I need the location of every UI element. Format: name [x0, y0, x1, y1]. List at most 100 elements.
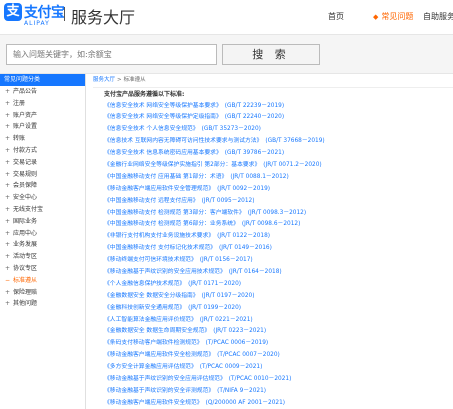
standard-link[interactable]: 《信息技术 互联网内容无障碍可访问性技术要求与测试方法》 (GB/T 37668－… [104, 136, 453, 148]
standards-content: 支付宝产品服务遵循以下标准: 《信息安全技术 网络安全等级保护基本要求》 (GB/… [93, 87, 453, 409]
main-content: 服务大厅 > 标准遵从 支付宝产品服务遵循以下标准: 《信息安全技术 网络安全等级保… [93, 74, 453, 409]
sidebar-item[interactable]: + 付款方式 [0, 145, 85, 157]
sidebar-item[interactable]: + 其他问题 [0, 298, 85, 310]
standard-link[interactable]: 《信息安全技术 个人信息安全规范》 (GB/T 35273－2020) [104, 124, 453, 136]
standard-link[interactable]: 《移动金融客户端应用软件安全检测规范》 (T/PCAC 0007－2020) [104, 350, 453, 362]
standard-code: (GB/T 39786－2021) [224, 150, 285, 157]
standard-code: (JR/T 0092－2019) [217, 185, 271, 192]
sidebar: 常见问题分类 + 产品公告 + 注册 + 账户资产 + 账户设置 + 转账 + 付款方式 + 交易记录 + 交… [0, 74, 86, 409]
standard-code: (JR/T 0095－2012) [201, 197, 255, 204]
standards-intro: 支付宝产品服务遵循以下标准: [104, 91, 185, 98]
sidebar-item[interactable]: + 交易记录 [0, 157, 85, 169]
logo-text-cn: 支付宝 [24, 5, 65, 21]
standard-link[interactable]: 《移动金融基于声纹识别的安全应用技术规范》 (JR/T 0164－2018) [104, 267, 453, 279]
standard-name: 《信息安全技术 网络安全等级保护定级指南》 [104, 114, 222, 121]
standard-link[interactable]: 《中国金融移动支付 应用基础 第1部分：术语》 (JR/T 0088.1－2012… [104, 172, 453, 184]
sidebar-item-label: 会员保障 [13, 182, 38, 190]
standard-link[interactable]: 《金融科技创新安全通用规范》 (JR/T 0199－2020) [104, 303, 453, 315]
sidebar-item-label: 国际业务 [13, 217, 38, 225]
standard-link[interactable]: 《信息安全技术 网络安全等级保护定级指南》 (GB/T 22240－2020) [104, 112, 453, 124]
sidebar-item[interactable]: + 国际业务 [0, 216, 85, 228]
sidebar-item[interactable]: + 交易规则 [0, 169, 85, 181]
sidebar-item[interactable]: − 标准遵从 [0, 275, 85, 287]
standard-link[interactable]: 《移动终端支付可信环境技术规范》 (JR/T 0156－2017) [104, 255, 453, 267]
standard-link[interactable]: 《多方安全计算金融应用评估规范》 (T/PCAC 0009－2021) [104, 362, 453, 374]
standard-name: 《金融数据安全 数据安全分级指南》 [104, 292, 199, 299]
alipay-logo[interactable]: 支 支付宝 ALIPAY [4, 2, 65, 30]
standard-link[interactable]: 《中国金融移动支付 检测规范 第3部分：客户端软件》 (JR/T 0098.3－2… [104, 208, 453, 220]
sidebar-item[interactable]: + 账户资产 [0, 110, 85, 122]
sidebar-item-label: 标准遵从 [13, 276, 38, 284]
breadcrumb-root[interactable]: 服务大厅 [93, 77, 115, 83]
breadcrumb-separator: > [117, 77, 122, 83]
standard-code: (Q/200000 AF 2001－2021) [205, 399, 286, 406]
search-input[interactable] [6, 44, 217, 65]
expand-icon: + [5, 288, 11, 296]
standard-link[interactable]: 《人工智能算法金融应用评价规范》 (JR/T 0221－2021) [104, 315, 453, 327]
active-dot-icon: ◆ [373, 13, 379, 21]
standard-link[interactable]: 《金融数据安全 数据生命周期安全规范》 (JR/T 0223－2021) [104, 326, 453, 338]
standard-code: (JR/T 0071.2－2020) [263, 161, 322, 168]
standard-link[interactable]: 《中国金融移动支付 远程支付应用》 (JR/T 0095－2012) [104, 196, 453, 208]
standard-link[interactable]: 《移动金融基于声纹识别的安全评测规范》 (T/NIFA 9－2021) [104, 386, 453, 398]
sidebar-item[interactable]: + 安全中心 [0, 192, 85, 204]
sidebar-item[interactable]: + 保险理赔 [0, 287, 85, 299]
sidebar-item-label: 账户设置 [13, 123, 38, 131]
sidebar-item-label: 无线支付宝 [13, 205, 44, 213]
sidebar-item-label: 保险理赔 [13, 288, 38, 296]
standard-code: (GB/T 22239－2019) [224, 102, 285, 109]
sidebar-title: 常见问题分类 [0, 74, 85, 86]
standard-link[interactable]: 《信息安全技术 信息系统密码应用基本要求》 (GB/T 39786－2021) [104, 148, 453, 160]
standard-name: 《中国金融移动支付 支付标记化技术规范》 [104, 245, 216, 252]
sidebar-item[interactable]: + 应用中心 [0, 228, 85, 240]
standard-name: 《条码支付移动客户端软件检测规范》 [104, 340, 203, 347]
expand-icon: + [5, 146, 11, 154]
standard-link[interactable]: 《移动金融客户端应用软件安全管理规范》 (JR/T 0092－2019) [104, 184, 453, 196]
standard-code: (GB/T 22240－2020) [224, 114, 285, 121]
logo-text-en: ALIPAY [24, 20, 50, 27]
standard-name: 《多方安全计算金融应用评估规范》 [104, 364, 197, 371]
expand-icon: + [5, 241, 11, 249]
standard-link[interactable]: 《金融行业网络安全等级保护实施指引 第2部分：基本要求》 (JR/T 0071.2… [104, 160, 453, 172]
sidebar-item-label: 交易记录 [13, 158, 38, 166]
standard-link[interactable]: 《移动金融基于声纹识别的安全应用评估规范》 (T/PCAC 0010－2021) [104, 374, 453, 386]
standard-name: 《移动终端支付可信环境技术规范》 [104, 257, 197, 264]
sidebar-item[interactable]: + 业务发展 [0, 239, 85, 251]
sidebar-item[interactable]: + 无线支付宝 [0, 204, 85, 216]
standard-code: (T/PCAC 0009－2021) [199, 364, 263, 371]
nav-home[interactable]: 首页 [328, 11, 344, 22]
nav-self-service[interactable]: 自助服务 [423, 11, 453, 22]
sidebar-item[interactable]: + 注册 [0, 98, 85, 110]
logo-divider [64, 7, 65, 21]
sidebar-item[interactable]: + 协议专区 [0, 263, 85, 275]
standard-link[interactable]: 《条码支付移动客户端软件检测规范》 (T/PCAC 0006－2019) [104, 338, 453, 350]
nav-faq[interactable]: ◆ 常见问题 [373, 11, 413, 22]
standard-name: 《移动金融客户端应用软件安全检测规范》 [104, 352, 215, 359]
sidebar-item[interactable]: + 产品公告 [0, 86, 85, 98]
standard-link[interactable]: 《信息安全技术 网络安全等级保护基本要求》 (GB/T 22239－2019) [104, 101, 453, 113]
sidebar-item[interactable]: + 转账 [0, 133, 85, 145]
expand-icon: + [5, 300, 11, 308]
standard-name: 《金融行业网络安全等级保护实施指引 第2部分：基本要求》 [104, 161, 261, 168]
standard-name: 《中国金融移动支付 应用基础 第1部分：术语》 [104, 173, 228, 180]
standard-code: (T/NIFA 9－2021) [217, 387, 267, 394]
standard-name: 《移动金融客户端应用软件安全规范》 [104, 399, 203, 406]
standard-code: (JR/T 0223－2021) [213, 328, 267, 335]
standard-link[interactable]: 《非银行支付机构支付业务设施技术要求》 (JR/T 0122－2018) [104, 231, 453, 243]
standard-name: 《中国金融移动支付 检测规范 第3部分：客户端软件》 [104, 209, 245, 216]
sidebar-item[interactable]: + 会员保障 [0, 180, 85, 192]
sidebar-list: + 产品公告 + 注册 + 账户资产 + 账户设置 + 转账 + 付款方式 + 交易记录 + 交易规则 + 会员保… [0, 86, 85, 310]
standard-link[interactable]: 《金融数据安全 数据安全分级指南》 (JR/T 0197－2020) [104, 291, 453, 303]
standard-link[interactable]: 《中国金融移动支付 检测规范 第6部分：业务系统》 (JR/T 0098.6－20… [104, 219, 453, 231]
sidebar-item[interactable]: + 活动专区 [0, 251, 85, 263]
standard-name: 《移动金融客户端应用软件安全管理规范》 [104, 185, 215, 192]
sidebar-item[interactable]: + 账户设置 [0, 121, 85, 133]
standard-link[interactable]: 《中国金融移动支付 支付标记化技术规范》 (JR/T 0149－2016) [104, 243, 453, 255]
search-button[interactable]: 搜 索 [222, 44, 320, 65]
sidebar-item-label: 付款方式 [13, 146, 38, 154]
standard-code: (GB/T 37668－2019) [265, 138, 325, 145]
standard-link[interactable]: 《移动金融客户端应用软件安全规范》 (Q/200000 AF 2001－2021) [104, 398, 453, 409]
standard-link[interactable]: 《个人金融信息保护技术规范》 (JR/T 0171－2020) [104, 279, 453, 291]
standard-name: 《中国金融移动支付 检测规范 第6部分：业务系统》 [104, 221, 239, 228]
sidebar-item-label: 账户资产 [13, 111, 38, 119]
